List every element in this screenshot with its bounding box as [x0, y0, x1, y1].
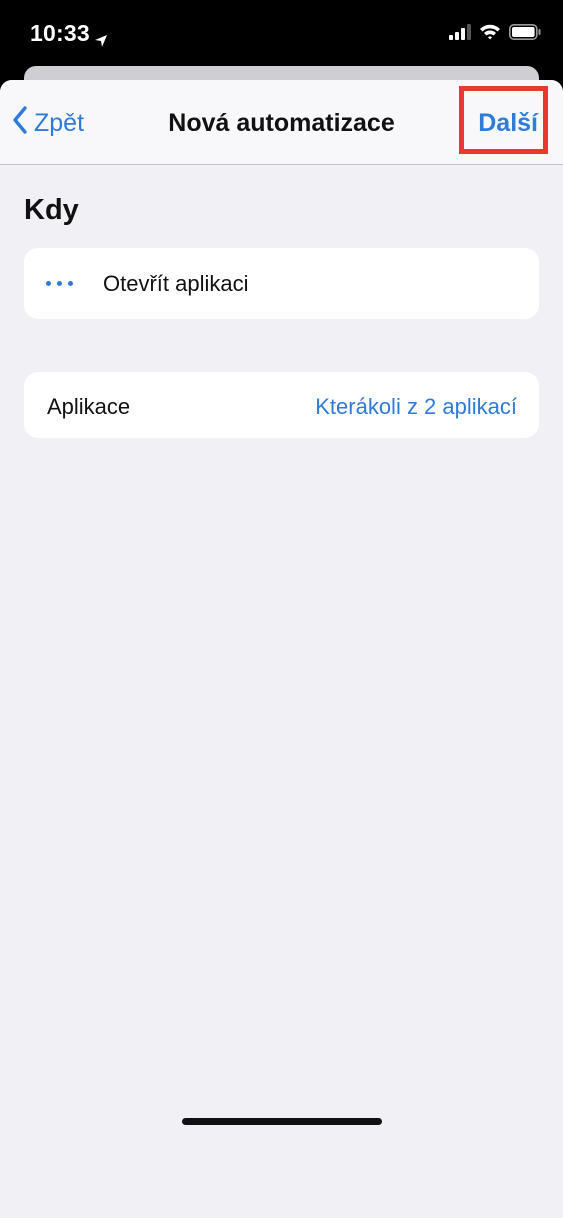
trigger-row[interactable]: Otevřít aplikaci [24, 248, 539, 319]
navigation-bar: Zpět Nová automatizace Další [0, 80, 563, 165]
home-indicator [182, 1118, 382, 1125]
status-time-group: 10:33 [30, 20, 108, 47]
cellular-signal-icon [449, 24, 471, 45]
next-button[interactable]: Další [478, 109, 538, 138]
status-time: 10:33 [30, 20, 90, 46]
location-arrow-icon [94, 27, 108, 47]
app-selection-row[interactable]: Aplikace Kterákoli z 2 aplikací [24, 372, 539, 438]
status-icons [449, 24, 541, 45]
battery-icon [509, 24, 541, 45]
app-row-label: Aplikace [47, 394, 131, 419]
section-title: Kdy [24, 194, 79, 226]
more-dots-icon [46, 281, 73, 286]
app-row-value[interactable]: Kterákoli z 2 aplikací [315, 394, 517, 420]
status-bar: 10:33 [0, 0, 563, 66]
automation-sheet: Zpět Nová automatizace Další Kdy Otevřít… [0, 80, 563, 1218]
trigger-label: Otevřít aplikaci [103, 271, 249, 296]
wifi-icon [479, 24, 501, 45]
